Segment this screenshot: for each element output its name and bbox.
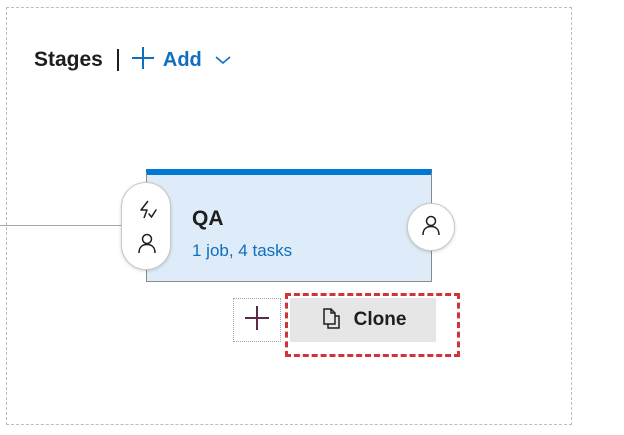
- person-icon[interactable]: [135, 231, 159, 255]
- stage-name: QA: [192, 207, 224, 230]
- copy-icon: [320, 306, 342, 335]
- add-stage-menu-button[interactable]: Add: [131, 46, 232, 75]
- person-icon: [420, 214, 442, 241]
- pre-deployment-conditions: [121, 182, 171, 270]
- stages-title: Stages: [34, 48, 103, 71]
- plus-icon: [244, 305, 270, 336]
- clone-label: Clone: [353, 309, 407, 330]
- stage-tasks-link[interactable]: 1 job, 4 tasks: [192, 241, 292, 261]
- clone-button[interactable]: Clone: [290, 298, 436, 342]
- stage-card-qa[interactable]: QA 1 job, 4 tasks: [146, 169, 432, 282]
- chevron-down-icon: [214, 54, 232, 66]
- stages-header: Stages Add: [34, 46, 232, 74]
- lightning-icon[interactable]: [135, 198, 159, 222]
- add-stage-button[interactable]: [233, 298, 281, 342]
- post-deployment-approver-button[interactable]: [407, 203, 455, 251]
- connector-line: [0, 225, 124, 226]
- header-divider: [116, 49, 119, 71]
- add-label: Add: [162, 48, 202, 71]
- plus-icon: [131, 46, 155, 75]
